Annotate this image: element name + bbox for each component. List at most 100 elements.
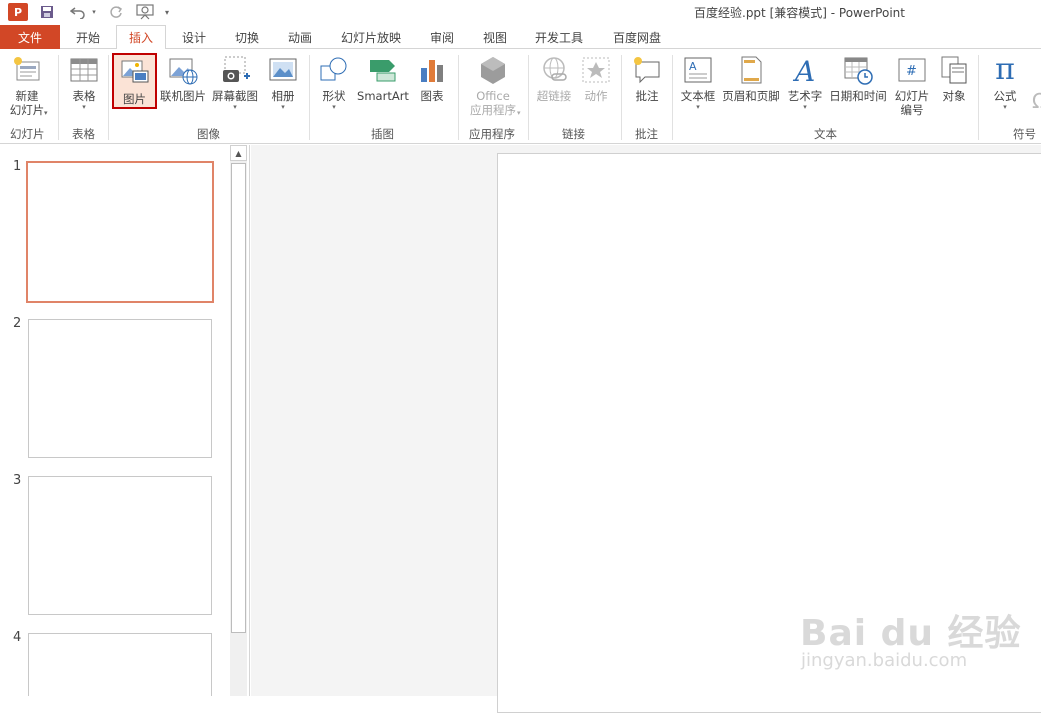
tab-animations[interactable]: 动画 <box>276 25 324 49</box>
slide-number-label: 2 <box>13 316 22 331</box>
scroll-up-arrow-icon[interactable]: ▲ <box>230 145 247 161</box>
comment-button[interactable]: 批注 <box>627 52 667 122</box>
hyperlink-button[interactable]: 超链接 <box>533 52 575 122</box>
symbol-icon-partial[interactable]: Ω <box>1032 89 1041 111</box>
wordart-dropdown-icon: ▾ <box>803 103 807 111</box>
action-star-icon <box>580 54 612 86</box>
smartart-button[interactable]: SmartArt <box>355 52 411 122</box>
group-label-illustrations: 插图 <box>371 127 394 141</box>
slideshow-from-start-icon[interactable] <box>134 3 156 21</box>
picture-button[interactable]: 图片 <box>112 53 157 109</box>
powerpoint-logo-icon: P <box>8 3 28 21</box>
slide-thumbnail-4[interactable] <box>28 633 212 696</box>
group-separator <box>978 55 979 140</box>
tab-review[interactable]: 审阅 <box>418 25 466 49</box>
window-title: 百度经验.ppt [兼容模式] - PowerPoint <box>694 6 905 20</box>
group-separator <box>58 55 59 140</box>
pi-icon: π <box>995 52 1015 87</box>
slide-thumbnail-3[interactable] <box>28 476 212 615</box>
tab-design[interactable]: 设计 <box>170 25 218 49</box>
tab-home[interactable]: 开始 <box>64 25 112 49</box>
table-icon <box>68 54 100 86</box>
header-footer-button[interactable]: 页眉和页脚 <box>720 52 782 122</box>
customize-qat-icon[interactable]: ▾ <box>162 3 172 21</box>
wordart-button[interactable]: A 艺术字 ▾ <box>784 52 826 122</box>
group-label-symbols: 符号 <box>1013 127 1036 141</box>
group-label-images: 图像 <box>197 127 220 141</box>
slide-number-icon: # <box>896 54 928 86</box>
slide-thumbnail-2[interactable] <box>28 319 212 458</box>
slide-thumbnail-1[interactable] <box>26 161 214 303</box>
title-bar: P ▾ ▾ 百度经验.ppt [兼容模式] - PowerPoint <box>0 0 1041 25</box>
online-pictures-button[interactable]: 联机图片 <box>158 52 208 122</box>
office-apps-dropdown-icon[interactable]: ▾ <box>517 109 521 117</box>
ribbon-tab-row: 文件 开始 插入 设计 切换 动画 幻灯片放映 审阅 视图 开发工具 百度网盘 <box>0 25 1041 50</box>
equation-dropdown-icon: ▾ <box>1003 103 1007 111</box>
online-pictures-icon <box>167 54 199 86</box>
ribbon: 新建 幻灯片 ▾ 幻灯片 表格 ▾ 表格 图片 联机图片 屏幕截图 ▾ 相册 ▾… <box>0 49 1041 144</box>
save-icon[interactable] <box>38 3 56 21</box>
equation-button[interactable]: π 公式 ▾ <box>985 52 1025 122</box>
textbox-button[interactable]: A 文本框 ▾ <box>677 52 719 122</box>
screenshot-dropdown-icon: ▾ <box>233 103 237 111</box>
slide-number-label: 4 <box>13 630 22 645</box>
office-apps-icon <box>477 54 509 86</box>
action-button[interactable]: 动作 <box>577 52 615 122</box>
undo-icon[interactable] <box>66 3 90 21</box>
group-label-apps: 应用程序 <box>469 127 515 141</box>
object-icon <box>938 54 970 86</box>
group-label-comments: 批注 <box>635 127 658 141</box>
calendar-clock-icon <box>842 54 874 86</box>
wordart-icon: A <box>789 54 821 88</box>
group-label-text: 文本 <box>814 127 837 141</box>
svg-text:A: A <box>792 55 815 86</box>
group-separator <box>108 55 109 140</box>
slide-thumbnail-pane: 1 2 3 4 ▲ <box>0 145 250 696</box>
textbox-dropdown-icon: ▾ <box>696 103 700 111</box>
shapes-icon <box>318 54 350 86</box>
tab-insert[interactable]: 插入 <box>116 25 166 50</box>
tab-transitions[interactable]: 切换 <box>223 25 271 49</box>
group-separator <box>672 55 673 140</box>
table-dropdown-icon: ▾ <box>82 103 86 111</box>
chart-icon <box>416 54 448 86</box>
tab-slideshow[interactable]: 幻灯片放映 <box>332 25 410 49</box>
group-label-slides: 幻灯片 <box>10 127 45 141</box>
object-button[interactable]: 对象 <box>935 52 973 122</box>
group-separator <box>458 55 459 140</box>
header-footer-icon <box>735 54 767 86</box>
chart-button[interactable]: 图表 <box>414 52 450 122</box>
slide-number-button[interactable]: # 幻灯片 编号 <box>891 52 933 122</box>
new-slide-dropdown-icon[interactable]: ▾ <box>44 109 48 117</box>
watermark-url: jingyan.baidu.com <box>801 650 968 671</box>
thumbnail-scrollbar[interactable]: ▲ <box>230 145 247 696</box>
photo-album-button[interactable]: 相册 ▾ <box>263 52 303 122</box>
baidu-watermark: Bai du 经验 <box>800 613 1022 654</box>
tab-baidu-netdisk[interactable]: 百度网盘 <box>600 25 674 49</box>
picture-icon <box>119 57 151 89</box>
date-time-button[interactable]: 日期和时间 <box>827 52 889 122</box>
scrollbar-thumb[interactable] <box>231 163 246 633</box>
table-button[interactable]: 表格 ▾ <box>64 52 104 122</box>
photo-album-dropdown-icon: ▾ <box>281 103 285 111</box>
tab-file[interactable]: 文件 <box>0 25 60 49</box>
new-comment-icon <box>631 54 663 86</box>
shapes-button[interactable]: 形状 ▾ <box>314 52 354 122</box>
tab-developer[interactable]: 开发工具 <box>526 25 592 49</box>
office-apps-button[interactable]: Office 应用程序 <box>462 52 524 122</box>
tab-view[interactable]: 视图 <box>471 25 519 49</box>
slide-number-label: 3 <box>13 473 22 488</box>
hyperlink-icon <box>538 54 570 86</box>
redo-icon[interactable] <box>106 3 126 21</box>
group-separator <box>621 55 622 140</box>
textbox-icon: A <box>682 54 714 86</box>
group-separator <box>528 55 529 140</box>
screenshot-button[interactable]: 屏幕截图 ▾ <box>209 52 261 122</box>
shapes-dropdown-icon: ▾ <box>332 103 336 111</box>
svg-text:#: # <box>906 64 917 79</box>
group-label-tables: 表格 <box>72 127 95 141</box>
undo-dropdown-icon[interactable]: ▾ <box>90 3 98 21</box>
group-label-links: 链接 <box>562 127 585 141</box>
group-separator <box>309 55 310 140</box>
svg-text:A: A <box>689 60 697 73</box>
